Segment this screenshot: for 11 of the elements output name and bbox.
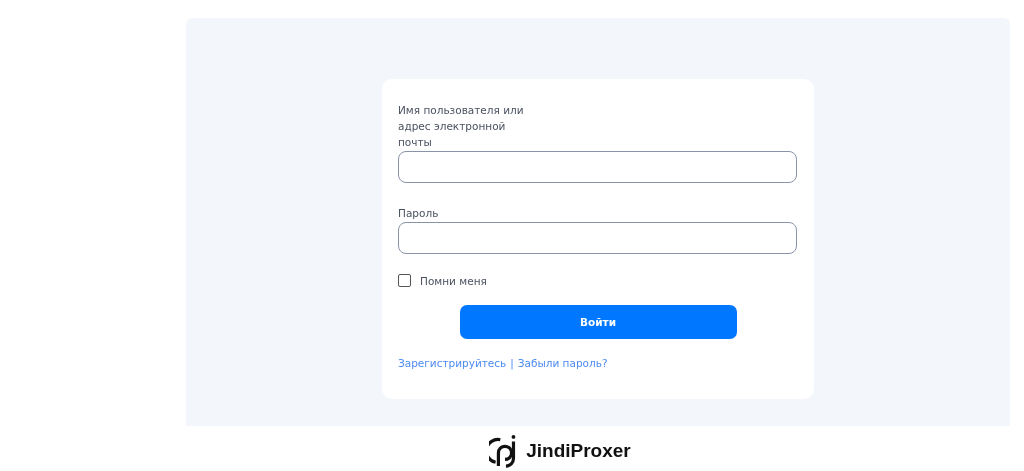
register-link[interactable]: Зарегистрируйтесь bbox=[398, 357, 507, 369]
forgot-password-link[interactable]: Забыли пароль? bbox=[517, 357, 608, 369]
field-label: Имя пользователя или адрес электронной почты bbox=[398, 103, 525, 150]
field-label: Пароль bbox=[398, 206, 440, 221]
checkbox-label: Помни меня bbox=[420, 274, 487, 287]
login-button[interactable]: Войти bbox=[459, 305, 737, 339]
input-field[interactable] bbox=[398, 222, 797, 254]
input-field[interactable] bbox=[398, 151, 797, 183]
brand-name: JindiProxer bbox=[526, 440, 631, 462]
link-separator: | bbox=[510, 357, 514, 369]
checkbox[interactable] bbox=[398, 274, 411, 287]
